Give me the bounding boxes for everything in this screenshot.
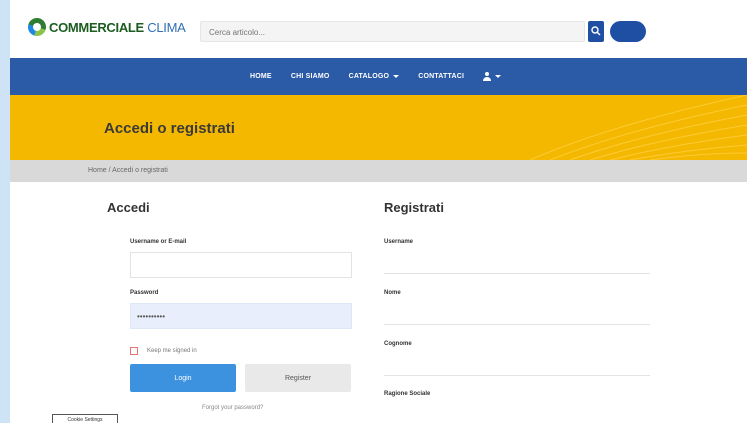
- search-button[interactable]: [588, 21, 604, 42]
- nav-item-home[interactable]: HOME: [250, 73, 272, 80]
- username-label: Username or E-mail: [130, 239, 187, 245]
- nav-item-label: CHI SIAMO: [290, 73, 330, 80]
- register-cognome-field[interactable]: [384, 352, 650, 376]
- nav-item-catalogo[interactable]: CATALOGO: [349, 73, 400, 80]
- register-ragione-sociale-input[interactable]: [384, 400, 650, 423]
- login-button-label: Login: [174, 374, 192, 382]
- top-header: COMMERCIALE CLIMA: [10, 0, 747, 58]
- remember-me-label: Keep me signed in: [147, 348, 197, 354]
- login-button[interactable]: Login: [130, 364, 236, 392]
- nav-item-label: CONTATTACI: [418, 73, 465, 80]
- search-icon: [591, 26, 601, 36]
- register-heading: Registrati: [384, 200, 444, 215]
- register-nome-field[interactable]: [384, 301, 650, 325]
- register-button-label: Register: [284, 374, 312, 382]
- page-title: Accedi o registrati: [104, 120, 235, 137]
- register-username-input[interactable]: [384, 250, 650, 273]
- user-icon: [483, 72, 492, 81]
- register-nome-input[interactable]: [384, 301, 650, 324]
- logo-mark-icon: [28, 18, 46, 36]
- register-button[interactable]: Register: [245, 364, 351, 392]
- chevron-down-icon: [393, 75, 400, 78]
- nav-item-label: CATALOGO: [348, 73, 390, 80]
- nav-item-label: HOME: [250, 73, 272, 80]
- main-nav: HOME CHI SIAMO CATALOGO CONTATTACI: [10, 58, 747, 95]
- nav-items: HOME CHI SIAMO CATALOGO CONTATTACI: [250, 58, 520, 95]
- register-cognome-label: Cognome: [384, 341, 412, 347]
- register-nome-label: Nome: [384, 290, 401, 296]
- page-banner: Accedi o registrati: [10, 95, 747, 160]
- register-ragione-sociale-field[interactable]: [384, 400, 650, 423]
- username-field[interactable]: [131, 253, 351, 277]
- page: COMMERCIALE CLIMA HOME CHI SIAMO CATALOG…: [10, 0, 747, 423]
- login-heading: Accedi: [107, 200, 150, 215]
- logo-word-2: CLIMA: [147, 19, 186, 35]
- logo[interactable]: COMMERCIALE CLIMA: [28, 18, 186, 36]
- breadcrumb-bar: Home / Accedi o registrati: [10, 160, 747, 182]
- username-field-box: [130, 252, 352, 278]
- register-username-label: Username: [384, 239, 414, 245]
- breadcrumb[interactable]: Home / Accedi o registrati: [88, 167, 168, 174]
- account-menu[interactable]: [483, 72, 502, 81]
- chevron-down-icon: [495, 75, 502, 78]
- register-ragione-sociale-label: Ragione Sociale: [384, 391, 431, 397]
- nav-item-contattaci[interactable]: CONTATTACI: [418, 73, 464, 80]
- register-cognome-input[interactable]: [384, 352, 650, 375]
- password-label: Password: [130, 290, 159, 296]
- cookie-settings-button[interactable]: Cookie Settings: [52, 414, 118, 423]
- password-field-box: [130, 303, 352, 329]
- logo-word-1: COMMERCIALE: [49, 19, 144, 35]
- nav-item-chi-siamo[interactable]: CHI SIAMO: [291, 73, 330, 80]
- header-action-button[interactable]: [610, 21, 646, 42]
- logo-text: COMMERCIALE CLIMA: [49, 19, 186, 35]
- remember-me-checkbox[interactable]: [130, 347, 138, 355]
- register-username-field[interactable]: [384, 250, 650, 274]
- search-box: [200, 21, 585, 42]
- password-field[interactable]: [131, 304, 351, 328]
- forgot-password-link[interactable]: Forgot your password?: [202, 405, 263, 411]
- search-input[interactable]: [201, 23, 584, 42]
